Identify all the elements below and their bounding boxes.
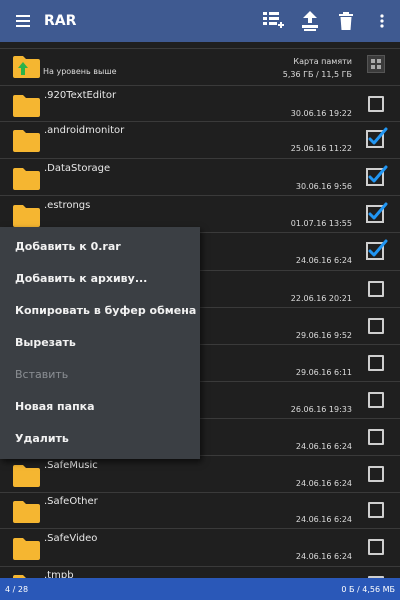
file-row[interactable]: .SafeVideo 24.06.16 6:24 — [0, 530, 400, 567]
file-row[interactable]: .androidmonitor 25.06.16 11:22 — [0, 122, 400, 159]
checkbox[interactable] — [368, 466, 384, 482]
more-options-button[interactable] — [364, 0, 400, 42]
context-menu: Добавить к 0.rar Добавить к архиву... Копи… — [0, 227, 200, 459]
file-row[interactable]: .SafeOther 24.06.16 6:24 — [0, 493, 400, 530]
extract-button[interactable] — [292, 0, 328, 42]
folder-icon — [13, 538, 40, 560]
file-date: 26.06.16 19:33 — [290, 405, 352, 414]
context-menu-item: Вставить — [15, 368, 69, 381]
file-row[interactable]: .SafeMusic 24.06.16 6:24 — [0, 457, 400, 494]
checkbox[interactable] — [368, 429, 384, 445]
folder-icon — [13, 501, 40, 523]
folder-icon — [13, 205, 40, 227]
folder-icon — [13, 465, 40, 487]
context-menu-item[interactable]: Вырезать — [0, 327, 200, 359]
folder-icon — [13, 95, 40, 117]
checkbox-checked-icon[interactable] — [364, 164, 388, 188]
file-date: 25.06.16 11:22 — [290, 144, 352, 153]
folder-icon — [13, 130, 40, 152]
file-date: 29.06.16 9:52 — [295, 331, 352, 340]
checkbox[interactable] — [368, 96, 384, 112]
memory-info: Карта памяти 5,36 ГБ / 11,5 ГБ — [283, 55, 352, 81]
checkbox[interactable] — [368, 355, 384, 371]
checkbox[interactable] — [368, 539, 384, 555]
app-bar: RAR — [0, 0, 400, 42]
menu-icon — [16, 15, 30, 27]
extract-icon — [302, 11, 318, 31]
context-menu-item[interactable]: Новая папка — [0, 391, 200, 423]
file-name: .SafeOther — [44, 496, 98, 507]
checkbox-checked-icon[interactable] — [364, 201, 388, 225]
file-date: 24.06.16 6:24 — [295, 515, 352, 524]
file-date: 24.06.16 6:24 — [295, 552, 352, 561]
file-row[interactable]: .920TextEditor 30.06.16 19:22 — [0, 87, 400, 124]
checkbox-checked-icon[interactable] — [364, 238, 388, 262]
more-vert-icon — [380, 14, 384, 28]
file-date: 30.06.16 9:56 — [295, 182, 352, 191]
status-bar: 4 / 28 0 Б / 4,56 МБ — [0, 578, 400, 600]
selection-size: 0 Б / 4,56 МБ — [341, 584, 395, 594]
add-to-archive-icon — [263, 12, 284, 28]
folder-icon — [13, 168, 40, 190]
context-menu-item[interactable]: Копировать в буфер обмена — [0, 295, 200, 327]
row-divider — [0, 48, 400, 49]
checkbox[interactable] — [368, 502, 384, 518]
delete-icon — [339, 12, 353, 30]
memory-title: Карта памяти — [293, 57, 352, 66]
menu-button[interactable] — [0, 0, 46, 42]
file-name: .920TextEditor — [44, 90, 117, 101]
file-name: .estrongs — [44, 200, 91, 211]
memory-value: 5,36 ГБ / 11,5 ГБ — [282, 70, 352, 79]
checkbox[interactable] — [368, 281, 384, 297]
file-row[interactable]: .DataStorage 30.06.16 9:56 — [0, 160, 400, 197]
selection-count: 4 / 28 — [5, 584, 29, 594]
file-date: 29.06.16 6:11 — [295, 368, 352, 377]
file-date: 22.06.16 20:21 — [290, 294, 352, 303]
folder-up-icon — [13, 56, 40, 78]
checkbox-checked-icon[interactable] — [364, 126, 388, 150]
select-all-button[interactable] — [367, 55, 385, 73]
up-level-row[interactable]: На уровень выше Карта памяти 5,36 ГБ / 1… — [0, 50, 400, 84]
file-date: 24.06.16 6:24 — [295, 442, 352, 451]
file-date: 24.06.16 6:24 — [295, 256, 352, 265]
file-name: .SafeMusic — [44, 460, 98, 471]
grid-icon — [371, 59, 381, 69]
context-menu-item[interactable]: Добавить к 0.rar — [0, 231, 200, 263]
checkbox[interactable] — [368, 392, 384, 408]
delete-button[interactable] — [328, 0, 364, 42]
file-date: 24.06.16 6:24 — [295, 479, 352, 488]
add-to-archive-button[interactable] — [256, 0, 292, 42]
checkbox[interactable] — [368, 318, 384, 334]
context-menu-item[interactable]: Удалить — [0, 423, 200, 455]
file-date: 01.07.16 13:55 — [290, 219, 352, 228]
row-divider — [0, 85, 400, 86]
file-date: 30.06.16 19:22 — [290, 109, 352, 118]
file-name: .DataStorage — [44, 163, 111, 174]
context-menu-item[interactable]: Добавить к архиву... — [0, 263, 200, 295]
app-title: RAR — [44, 13, 77, 29]
file-name: .SafeVideo — [44, 533, 98, 544]
file-name: .androidmonitor — [44, 125, 125, 136]
up-level-label: На уровень выше — [43, 67, 117, 76]
